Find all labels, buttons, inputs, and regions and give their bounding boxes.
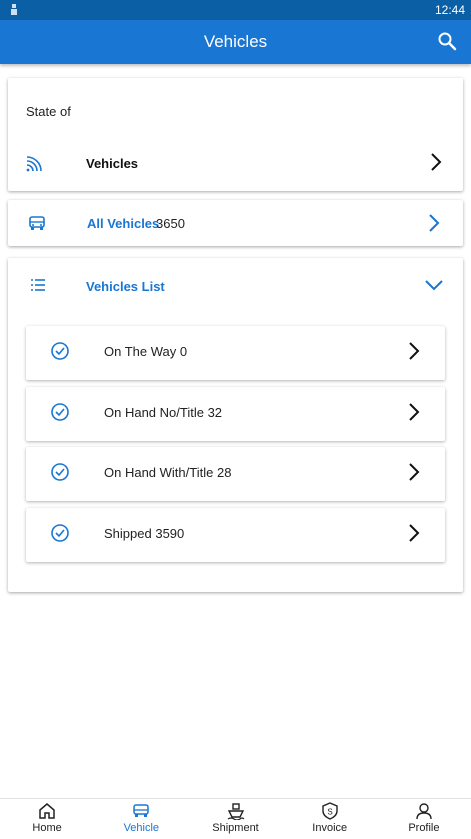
chevron-right-icon[interactable] (429, 151, 443, 173)
list-item-label: On The Way 0 (104, 344, 188, 359)
list-icon (31, 279, 45, 291)
list-item-on-hand-no-title[interactable]: On Hand No/Title 32 (26, 387, 445, 441)
nav-label: Home (32, 822, 62, 834)
check-circle-icon (51, 463, 69, 481)
home-icon (39, 803, 55, 819)
chevron-right-icon[interactable] (427, 213, 441, 233)
page-title: Vehicles (203, 32, 268, 51)
vehicles-row-label[interactable]: Vehicles (86, 156, 138, 171)
chevron-right-icon[interactable] (407, 401, 421, 423)
status-bar: 12:44 (0, 0, 471, 20)
vehicles-list-label[interactable]: Vehicles List (86, 279, 165, 294)
nav-vehicle[interactable]: Vehicle (94, 799, 188, 839)
chevron-right-icon[interactable] (407, 522, 421, 544)
nav-invoice[interactable]: S Invoice (283, 799, 377, 839)
search-icon[interactable] (437, 31, 457, 51)
notification-icon (11, 4, 17, 15)
check-circle-icon (51, 403, 69, 421)
ship-icon (227, 803, 244, 820)
nav-home[interactable]: Home (0, 799, 94, 839)
signal-icon (26, 156, 42, 172)
list-item-shipped[interactable]: Shipped 3590 (26, 508, 445, 562)
status-time: 12:44 (434, 3, 465, 17)
nav-label: Invoice (312, 822, 348, 834)
list-item-label: On Hand With/Title 28 (104, 465, 232, 480)
invoice-icon: S (322, 802, 338, 820)
chevron-right-icon[interactable] (407, 340, 421, 362)
all-vehicles-card[interactable]: All Vehicles 3650 (8, 200, 463, 246)
check-circle-icon (51, 342, 69, 360)
list-item-label: Shipped 3590 (104, 526, 185, 541)
profile-icon (416, 803, 432, 820)
list-item-on-the-way[interactable]: On The Way 0 (26, 326, 445, 380)
vehicles-list-card: Vehicles List On The Way 0 On Hand No/Ti… (8, 258, 463, 592)
all-vehicles-count: 3650 (156, 216, 185, 231)
chevron-right-icon[interactable] (407, 461, 421, 483)
state-card: State of Vehicles (8, 78, 463, 191)
car-icon (133, 804, 150, 817)
bottom-navigation: Home Vehicle Shipment S Invoice Profile (0, 798, 471, 839)
check-circle-icon (51, 524, 69, 542)
nav-label: Profile (408, 822, 440, 834)
app-bar: Vehicles (0, 20, 471, 64)
all-vehicles-label: All Vehicles (87, 216, 160, 231)
state-of-label: State of (26, 104, 71, 119)
nav-label: Vehicle (123, 822, 160, 834)
nav-shipment[interactable]: Shipment (188, 799, 282, 839)
svg-text:S: S (327, 808, 332, 817)
nav-profile[interactable]: Profile (377, 799, 471, 839)
chevron-down-icon[interactable] (424, 278, 444, 292)
car-icon (29, 216, 45, 230)
list-item-on-hand-with-title[interactable]: On Hand With/Title 28 (26, 447, 445, 501)
nav-label: Shipment (212, 822, 259, 834)
list-item-label: On Hand No/Title 32 (104, 405, 223, 420)
